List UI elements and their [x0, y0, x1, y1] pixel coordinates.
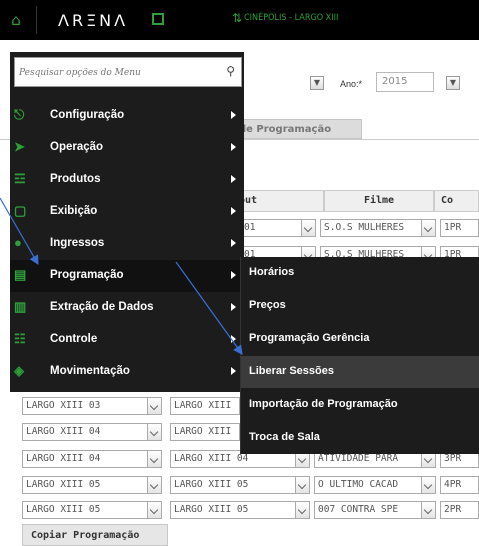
chevron-down-icon[interactable]	[421, 477, 435, 493]
codigo-field[interactable]: 2PR	[440, 501, 479, 519]
chevron-down-icon[interactable]: ▼	[310, 76, 324, 90]
chevron-right-icon	[231, 239, 236, 247]
chevron-right-icon	[231, 367, 236, 375]
network-icon: ⎋	[14, 107, 25, 122]
sala-select[interactable]: LARGO XIII 03	[22, 397, 162, 415]
submenu-item-liberar-sessoes[interactable]: Liberar Sessões	[241, 356, 479, 388]
top-bar: ⌂ ΛRΞNΛ ⇅ CINÉPOLIS - LARGO XIII	[0, 0, 479, 40]
divider	[36, 6, 37, 34]
chevron-right-icon	[231, 111, 236, 119]
menu-search-input[interactable]	[19, 64, 219, 82]
chevron-down-icon[interactable]	[295, 477, 309, 493]
column-header-layout: out	[232, 190, 324, 212]
layout-select[interactable]: LARGO XIII 05	[170, 476, 310, 494]
chevron-right-icon	[231, 175, 236, 183]
filme-select[interactable]: O ULTIMO CACAD	[314, 476, 436, 494]
layout-select[interactable]: LARGO XIII 05	[170, 501, 310, 519]
menu-item-produtos[interactable]: ☲ Produtos	[10, 164, 244, 196]
cinema-swap-icon[interactable]: ⇅	[232, 11, 242, 25]
menu-item-extracao-de-dados[interactable]: ▥ Extração de Dados	[10, 292, 244, 324]
menu-item-controle[interactable]: ☷ Controle	[10, 324, 244, 356]
brand-mark-icon	[152, 13, 164, 25]
ticket-icon: ●	[14, 235, 22, 250]
chevron-down-icon[interactable]	[147, 502, 161, 518]
menu-item-exibicao[interactable]: ▢ Exibição	[10, 196, 244, 228]
filme-select[interactable]: S.O.S MULHERES	[320, 219, 436, 237]
chevron-down-icon[interactable]	[147, 398, 161, 414]
submenu-item-horarios[interactable]: Horários	[241, 257, 479, 289]
menu-item-programacao[interactable]: ▤ Programação	[10, 260, 244, 292]
layout-select[interactable]: LARGO XIII	[170, 397, 240, 415]
column-header-codigo: Co	[434, 190, 479, 212]
menu-item-operacao[interactable]: ➤ Operação	[10, 132, 244, 164]
cinema-name[interactable]: CINÉPOLIS - LARGO XIII	[244, 13, 338, 23]
chevron-down-icon[interactable]	[421, 502, 435, 518]
sala-select[interactable]: LARGO XIII 04	[22, 423, 162, 441]
menu-item-configuracao[interactable]: ⎋ Configuração	[10, 100, 244, 132]
document-icon: ▤	[14, 267, 27, 282]
brand-logo[interactable]: ΛRΞNΛ	[58, 11, 128, 30]
filme-select[interactable]: 007 CONTRA SPE	[314, 501, 436, 519]
submenu-item-precos[interactable]: Preços	[241, 290, 479, 322]
home-icon[interactable]: ⌂	[8, 12, 24, 28]
submenu-item-importacao-de-programacao[interactable]: Importação de Programação	[241, 389, 479, 421]
tab-programacao[interactable]: de Programação	[232, 119, 362, 139]
chevron-down-icon[interactable]	[147, 424, 161, 440]
chevron-right-icon	[231, 335, 236, 343]
screen-icon: ▢	[14, 203, 27, 218]
menu-item-ingressos[interactable]: ● Ingressos	[10, 228, 244, 260]
cart-icon: ☲	[14, 171, 26, 186]
sala-select[interactable]: LARGO XIII 05	[22, 476, 162, 494]
chevron-down-icon[interactable]: ▼	[446, 76, 460, 90]
side-menu: ⚲ ⎋ Configuração ➤ Operação ☲ Produtos ▢…	[10, 52, 244, 392]
layout-select[interactable]: LARGO XIII	[170, 423, 240, 441]
chevron-right-icon	[231, 271, 236, 279]
chevron-down-icon[interactable]	[147, 451, 161, 467]
control-icon: ☷	[14, 331, 26, 346]
menu-item-movimentacao[interactable]: ◈ Movimentação	[10, 356, 244, 388]
ano-label: Ano:*	[340, 79, 363, 89]
codigo-field[interactable]: 4PR	[440, 476, 479, 494]
send-icon: ➤	[14, 139, 25, 154]
chevron-down-icon[interactable]	[301, 220, 315, 236]
ano-field[interactable]: 2015	[376, 72, 434, 92]
sala-select[interactable]: LARGO XIII 04	[22, 450, 162, 468]
layout-select[interactable]: 01	[240, 219, 316, 237]
chevron-right-icon	[231, 207, 236, 215]
sala-select[interactable]: LARGO XIII 05	[22, 501, 162, 519]
menu-search: ⚲	[14, 57, 242, 87]
chevron-right-icon	[231, 143, 236, 151]
chevron-down-icon[interactable]	[147, 477, 161, 493]
chevron-right-icon	[231, 303, 236, 311]
submenu-item-troca-de-sala[interactable]: Troca de Sala	[241, 422, 479, 454]
search-icon[interactable]: ⚲	[226, 64, 235, 78]
chart-icon: ▥	[14, 299, 27, 314]
copy-programming-button[interactable]: Copiar Programação	[22, 524, 168, 546]
chevron-down-icon[interactable]	[295, 502, 309, 518]
chevron-down-icon[interactable]	[421, 220, 435, 236]
submenu-item-programacao-gerencia[interactable]: Programação Gerência	[241, 323, 479, 355]
money-bag-icon: ◈	[14, 363, 24, 378]
submenu-programacao: Horários Preços Programação Gerência Lib…	[240, 257, 479, 454]
codigo-field[interactable]: 1PR	[440, 219, 479, 237]
column-header-filme: Filme	[324, 190, 434, 212]
